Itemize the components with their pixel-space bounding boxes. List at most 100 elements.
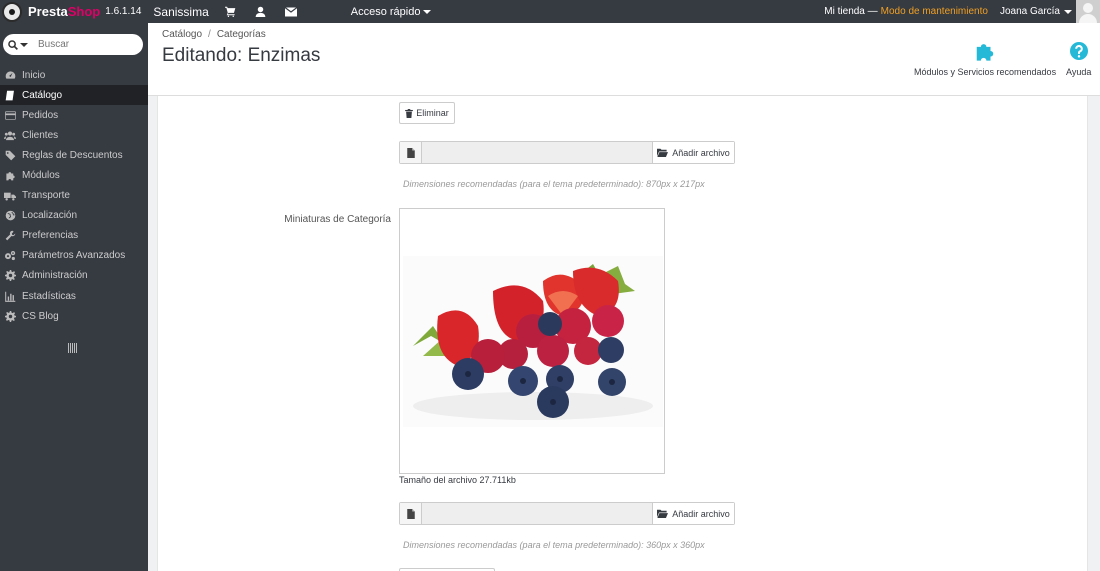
sidebar-item-preferencias[interactable]: Preferencias bbox=[0, 226, 148, 246]
top-bar: PrestaShop 1.6.1.14 Sanissima Acceso ráp… bbox=[0, 0, 1100, 23]
cog-icon bbox=[4, 270, 16, 282]
maintenance-mode-link[interactable]: Modo de mantenimiento bbox=[881, 6, 988, 17]
user-icon[interactable] bbox=[253, 4, 269, 20]
thumbnail-preview bbox=[399, 208, 665, 474]
sidebar-item-label: Módulos bbox=[22, 170, 60, 182]
cog-icon bbox=[4, 310, 16, 322]
file-icon bbox=[400, 503, 422, 524]
sidebar-item-modulos[interactable]: Módulos bbox=[0, 165, 148, 185]
puzzle-icon bbox=[4, 170, 16, 182]
sidebar-collapse-handle[interactable] bbox=[68, 343, 77, 354]
sidebar-item-estadisticas[interactable]: Estadísticas bbox=[0, 286, 148, 306]
sidebar-item-clientes[interactable]: Clientes bbox=[0, 125, 148, 145]
add-cover-file-button[interactable]: Añadir archivo bbox=[652, 142, 734, 163]
sidebar-item-label: Parámetros Avanzados bbox=[22, 250, 126, 262]
sidebar-item-label: Preferencias bbox=[22, 230, 79, 242]
sidebar-item-label: Estadísticas bbox=[22, 290, 76, 302]
sidebar-item-label: Localización bbox=[22, 210, 78, 222]
caret-down-icon bbox=[423, 9, 432, 14]
sidebar-item-cs-blog[interactable]: CS Blog bbox=[0, 306, 148, 326]
berries-thumbnail-image bbox=[403, 256, 663, 427]
add-file-label: Añadir archivo bbox=[672, 147, 730, 158]
file-size-text: Tamaño del archivo 27.711kb bbox=[399, 475, 516, 485]
globe-icon bbox=[4, 210, 16, 222]
sidebar-item-catalogo[interactable]: Catálogo bbox=[0, 85, 148, 106]
page-header: Catálogo / Categorías Editando: Enzimas Mó… bbox=[148, 23, 1100, 96]
sidebar-item-reglas-descuentos[interactable]: Reglas de Descuentos bbox=[0, 145, 148, 165]
sidebar-item-label: Transporte bbox=[22, 190, 70, 202]
folder-open-icon bbox=[657, 148, 669, 157]
recommended-modules-button[interactable]: Módulos y Servicios recomendados bbox=[914, 40, 1056, 77]
thumbnail-label: Miniaturas de Categoría bbox=[284, 214, 391, 225]
thumbnail-dimension-hint: Dimensiones recomendadas (para el tema p… bbox=[403, 540, 705, 550]
add-thumbnail-file-button[interactable]: Añadir archivo bbox=[652, 503, 734, 524]
sidebar: Inicio Catálogo Pedidos Clientes Reglas … bbox=[0, 23, 148, 571]
page-title: Editando: Enzimas bbox=[162, 45, 321, 66]
dashboard-icon bbox=[4, 69, 16, 81]
sidebar-item-pedidos[interactable]: Pedidos bbox=[0, 105, 148, 125]
add-file-label: Añadir archivo bbox=[672, 508, 730, 519]
top-right-area: Mi tienda — Modo de mantenimiento Joana … bbox=[824, 0, 1100, 23]
avatar[interactable] bbox=[1076, 0, 1100, 23]
breadcrumb-separator: / bbox=[208, 29, 211, 40]
breadcrumb-item-catalogo[interactable]: Catálogo bbox=[162, 29, 202, 40]
sidebar-item-transporte[interactable]: Transporte bbox=[0, 186, 148, 206]
caret-down-icon bbox=[20, 42, 28, 47]
recommended-modules-label: Módulos y Servicios recomendados bbox=[914, 67, 1057, 77]
cogs-icon bbox=[4, 250, 16, 262]
bar-chart-icon bbox=[4, 290, 16, 302]
quick-access-menu[interactable]: Acceso rápido bbox=[351, 6, 432, 18]
cover-dimension-hint: Dimensiones recomendadas (para el tema p… bbox=[403, 179, 705, 189]
tag-icon bbox=[4, 149, 16, 161]
delete-button-label: Eliminar bbox=[416, 108, 449, 118]
search-box bbox=[3, 34, 143, 55]
sidebar-item-label: CS Blog bbox=[22, 310, 59, 322]
breadcrumb-item-categorias[interactable]: Categorías bbox=[217, 29, 266, 40]
prestashop-bird-icon bbox=[2, 1, 22, 22]
puzzle-icon bbox=[974, 40, 996, 62]
caret-down-icon bbox=[1064, 9, 1072, 14]
category-form-panel: Eliminar Añadir archivo Dimensiones reco… bbox=[157, 96, 1088, 571]
delete-image-button[interactable]: Eliminar bbox=[399, 102, 455, 124]
sidebar-item-label: Administración bbox=[22, 270, 88, 282]
sidebar-menu: Inicio Catálogo Pedidos Clientes Reglas … bbox=[0, 65, 148, 326]
sidebar-item-label: Catálogo bbox=[22, 89, 63, 101]
prestashop-logo[interactable]: PrestaShop 1.6.1.14 bbox=[0, 0, 141, 23]
user-menu[interactable]: Joana García bbox=[1000, 6, 1072, 17]
help-button[interactable]: Ayuda bbox=[1066, 40, 1091, 77]
sidebar-item-label: Inicio bbox=[22, 69, 46, 81]
help-icon bbox=[1069, 40, 1088, 62]
credit-card-icon bbox=[4, 109, 16, 121]
version-number: 1.6.1.14 bbox=[105, 6, 142, 17]
sidebar-item-label: Clientes bbox=[22, 129, 59, 141]
file-icon bbox=[400, 142, 422, 163]
folder-open-icon bbox=[657, 509, 669, 518]
trash-icon bbox=[405, 108, 414, 118]
brand-name: PrestaShop bbox=[28, 4, 101, 19]
user-name: Joana García bbox=[999, 6, 1060, 17]
truck-icon bbox=[4, 190, 16, 202]
quick-access-label: Acceso rápido bbox=[350, 5, 421, 18]
content-area: Eliminar Añadir archivo Dimensiones reco… bbox=[148, 96, 1100, 571]
sidebar-item-inicio[interactable]: Inicio bbox=[0, 65, 148, 85]
cover-file-upload: Añadir archivo bbox=[399, 141, 735, 164]
my-store-link[interactable]: Mi tienda — bbox=[824, 6, 877, 17]
users-icon bbox=[4, 129, 16, 141]
book-icon bbox=[4, 89, 16, 101]
thumbnail-file-name-field[interactable] bbox=[422, 503, 652, 524]
shop-name[interactable]: Sanissima bbox=[153, 5, 208, 19]
wrench-icon bbox=[4, 230, 16, 242]
search-input[interactable] bbox=[38, 39, 128, 50]
sidebar-item-parametros-avanzados[interactable]: Parámetros Avanzados bbox=[0, 246, 148, 266]
cover-file-name-field[interactable] bbox=[422, 142, 652, 163]
sidebar-item-label: Pedidos bbox=[22, 109, 59, 121]
thumbnail-file-upload: Añadir archivo bbox=[399, 502, 735, 525]
envelope-icon[interactable] bbox=[283, 4, 299, 20]
help-label: Ayuda bbox=[1066, 67, 1092, 77]
search-icon[interactable] bbox=[8, 39, 28, 50]
breadcrumb: Catálogo / Categorías bbox=[162, 29, 266, 40]
sidebar-item-label: Reglas de Descuentos bbox=[22, 149, 123, 161]
sidebar-item-administracion[interactable]: Administración bbox=[0, 266, 148, 286]
cart-icon[interactable] bbox=[223, 4, 239, 20]
sidebar-item-localizacion[interactable]: Localización bbox=[0, 206, 148, 226]
